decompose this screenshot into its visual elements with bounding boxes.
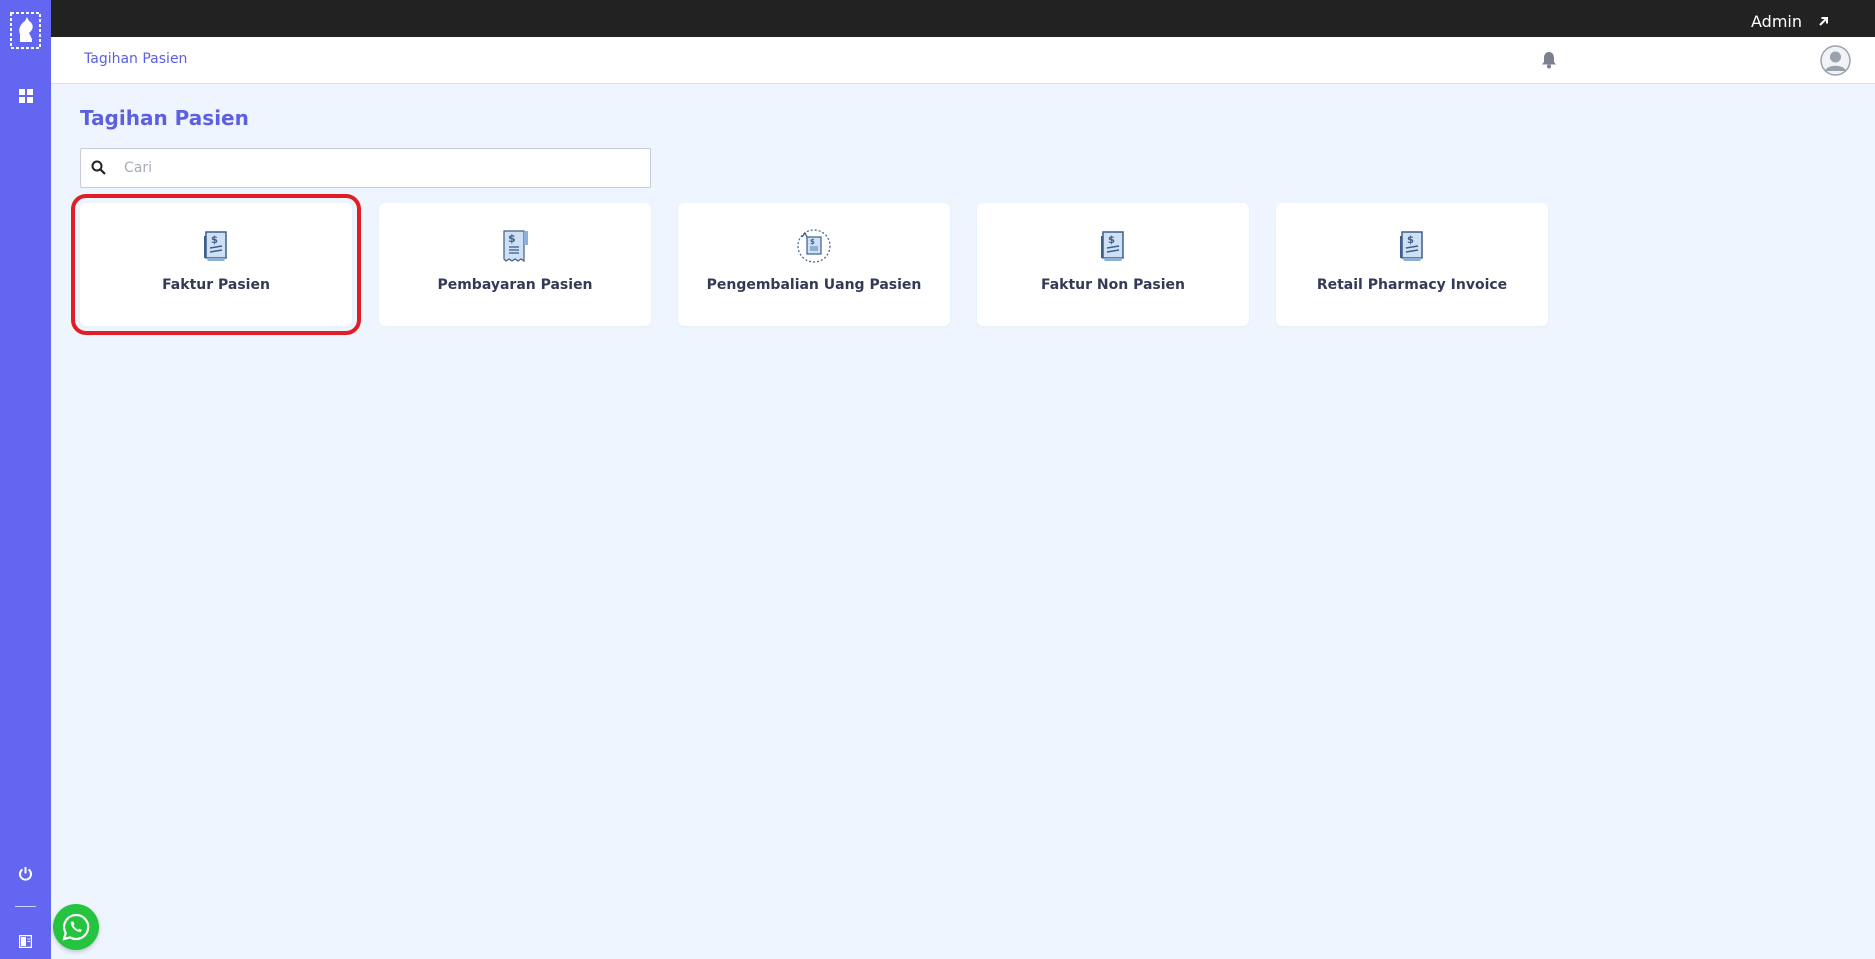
card-faktur-pasien[interactable]: $ Faktur Pasien xyxy=(71,194,361,335)
header-bar: Tagihan Pasien xyxy=(51,37,1875,84)
refund-icon: $ xyxy=(797,229,831,263)
search-icon xyxy=(91,160,106,175)
top-bar: Admin xyxy=(51,0,1875,37)
user-name: Admin xyxy=(1751,12,1802,31)
invoice-icon: $ xyxy=(204,231,227,261)
avatar[interactable] xyxy=(1820,45,1851,76)
whatsapp-chat-button[interactable] xyxy=(53,904,99,950)
sidebar-toggle-icon[interactable] xyxy=(16,932,35,951)
card-retail-pharmacy-invoice[interactable]: $ Retail Pharmacy Invoice xyxy=(1276,203,1548,326)
notification-bell-icon[interactable] xyxy=(1541,51,1557,74)
svg-text:$: $ xyxy=(810,238,815,246)
card-label: Faktur Pasien xyxy=(162,277,270,293)
card-label: Retail Pharmacy Invoice xyxy=(1316,277,1508,293)
receipt-icon: $ xyxy=(503,230,528,263)
power-icon[interactable] xyxy=(16,864,35,883)
card-label: Faktur Non Pasien xyxy=(1040,277,1186,293)
app-logo-icon[interactable] xyxy=(10,12,41,49)
svg-text:$: $ xyxy=(1108,235,1115,246)
svg-text:$: $ xyxy=(211,235,218,246)
page-title: Tagihan Pasien xyxy=(80,106,249,130)
dashboard-icon[interactable] xyxy=(16,86,35,105)
search-box xyxy=(80,148,651,188)
card-label: Pengembalian Uang Pasien xyxy=(706,277,922,293)
breadcrumb[interactable]: Tagihan Pasien xyxy=(84,51,187,67)
whatsapp-icon xyxy=(62,913,90,941)
card-faktur-non-pasien[interactable]: $ Faktur Non Pasien xyxy=(977,203,1249,326)
svg-text:$: $ xyxy=(1407,235,1414,246)
svg-text:$: $ xyxy=(508,232,516,245)
external-link-icon[interactable] xyxy=(1818,12,1829,31)
sidebar-divider xyxy=(15,906,36,907)
invoice-icon: $ xyxy=(1101,231,1124,261)
user-menu[interactable]: Admin xyxy=(1751,12,1829,31)
search-input[interactable] xyxy=(124,160,624,176)
card-label: Pembayaran Pasien xyxy=(437,277,593,293)
card-pengembalian-uang-pasien[interactable]: $ Pengembalian Uang Pasien xyxy=(678,203,950,326)
sidebar xyxy=(0,0,51,959)
invoice-icon: $ xyxy=(1400,231,1423,261)
card-pembayaran-pasien[interactable]: $ Pembayaran Pasien xyxy=(379,203,651,326)
